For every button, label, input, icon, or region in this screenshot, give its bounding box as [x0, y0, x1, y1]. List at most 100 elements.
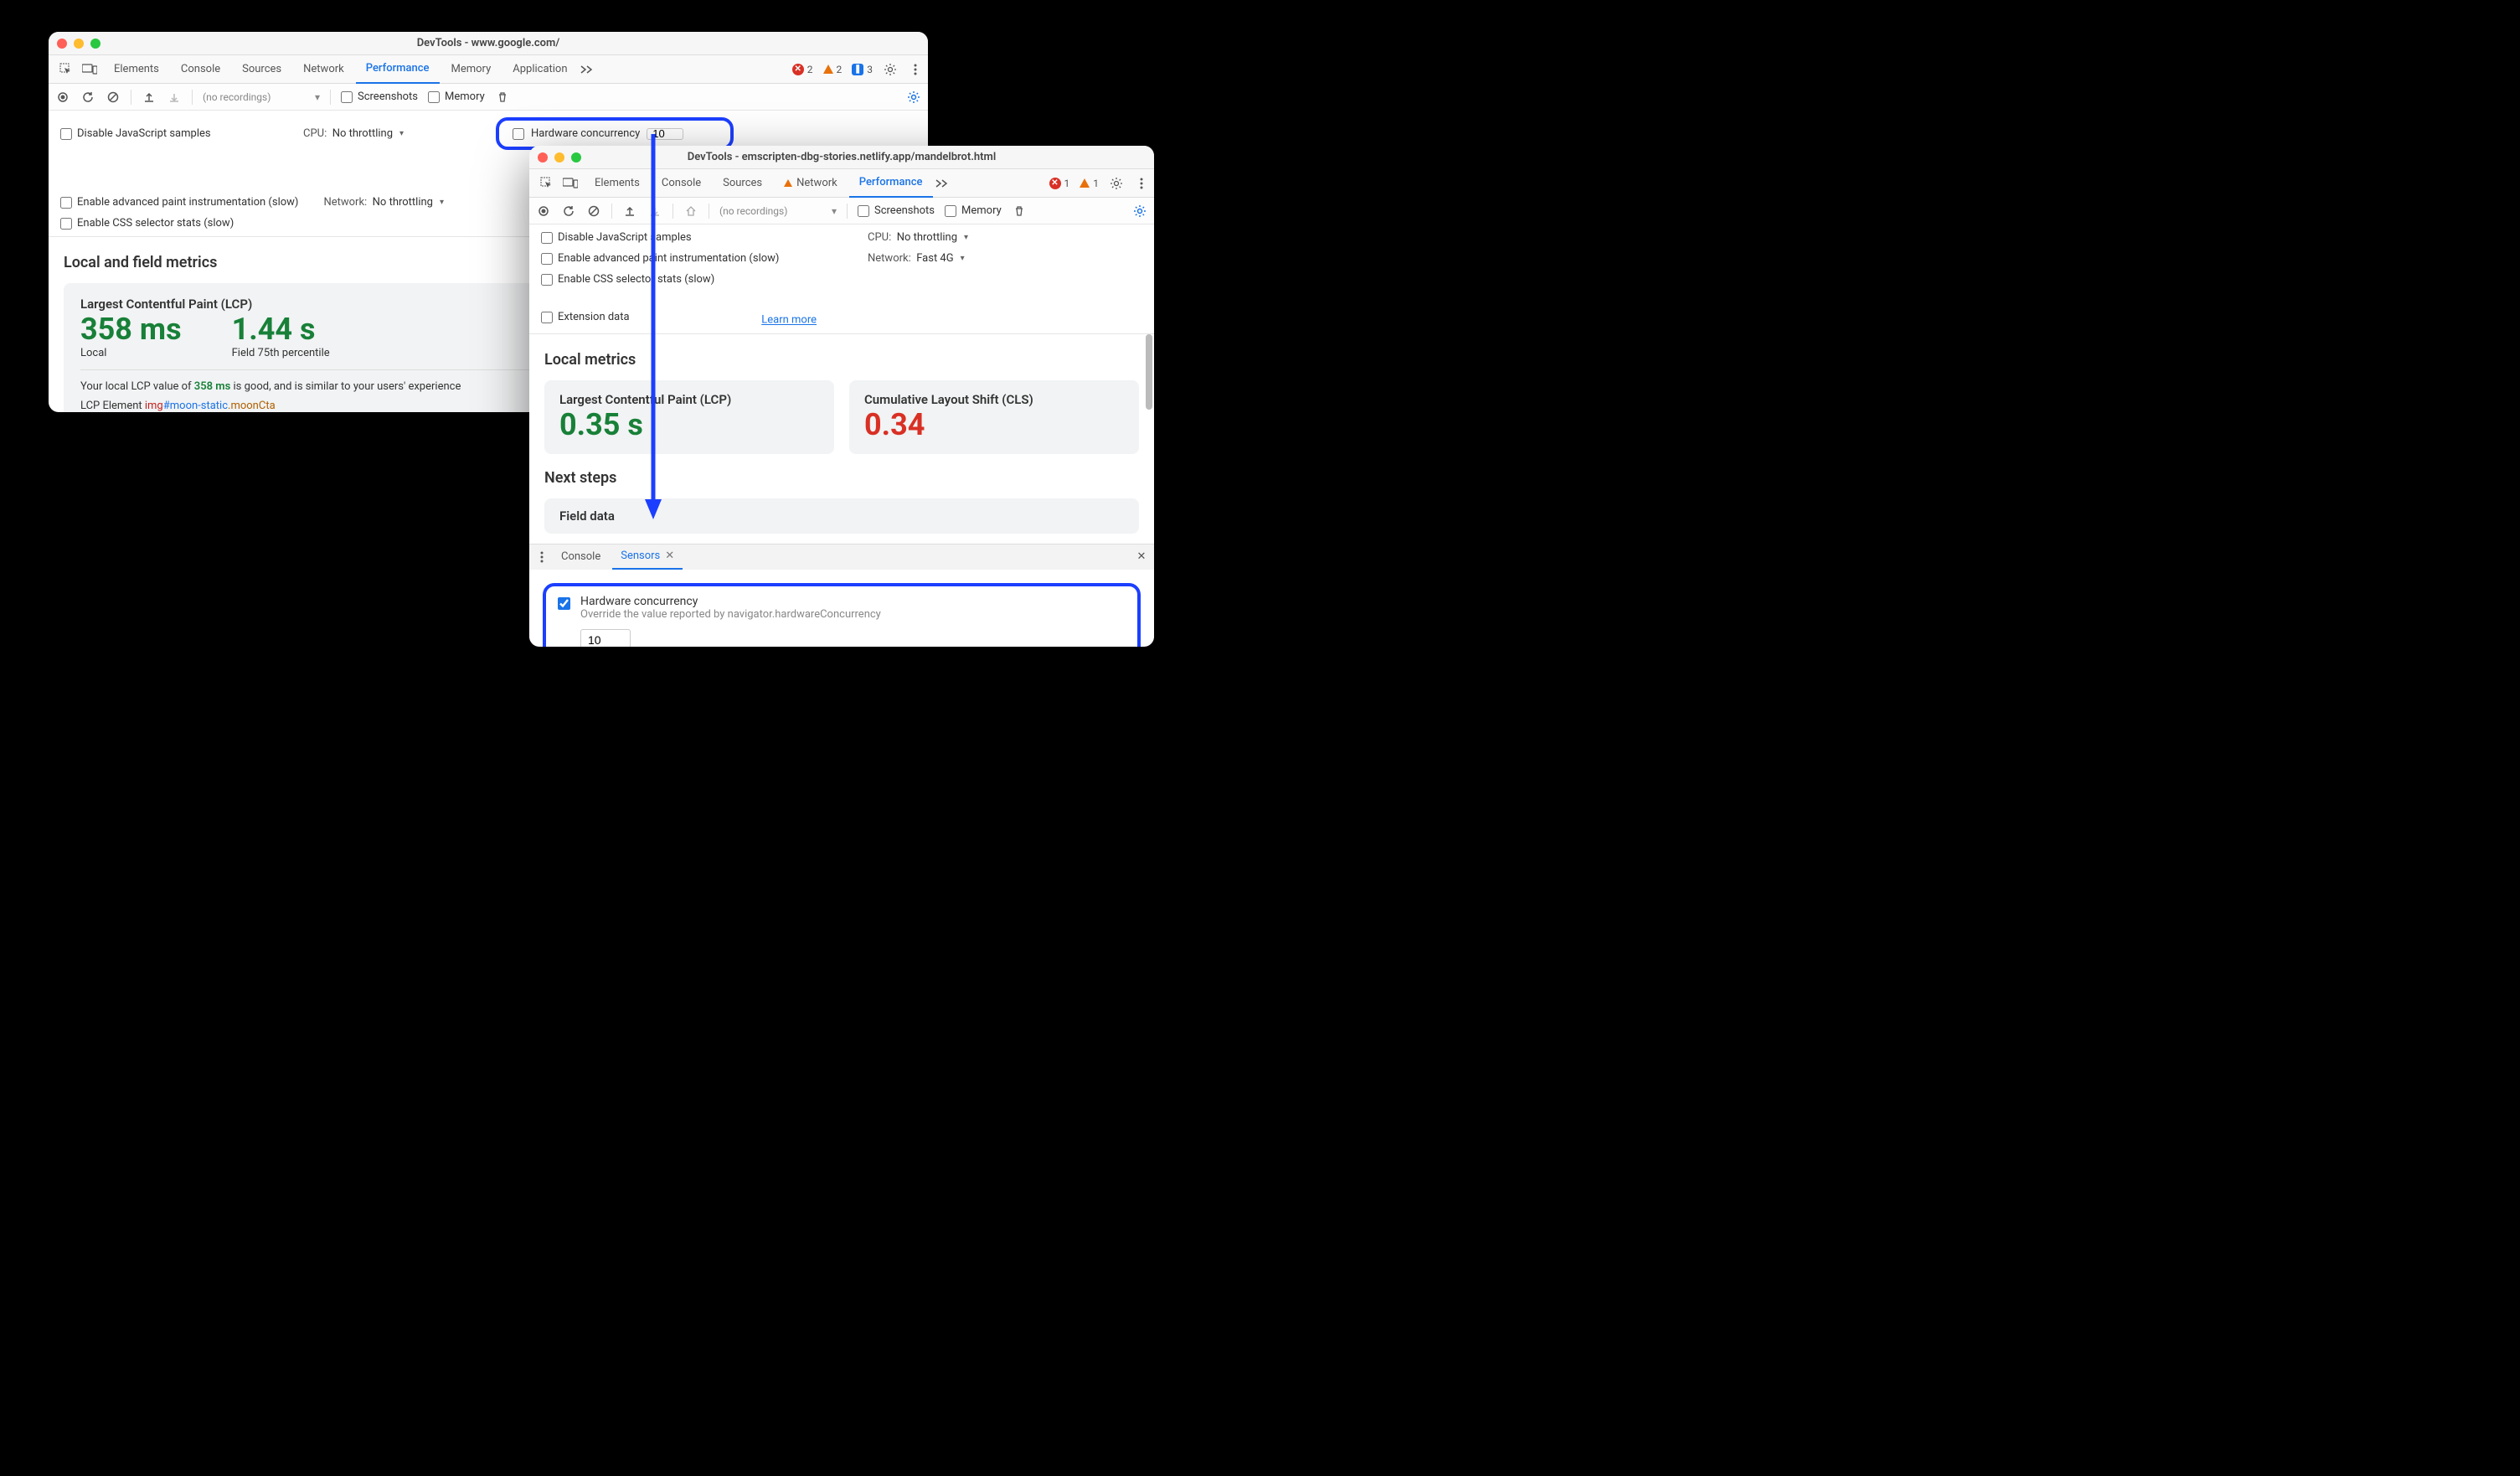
error-badge[interactable]: ✕1 [1049, 178, 1070, 189]
network-label: Network: [868, 252, 911, 265]
learn-more-link[interactable]: Learn more [761, 314, 817, 327]
drawer-kebab-icon[interactable] [534, 550, 549, 565]
cpu-throttling-dropdown[interactable]: No throttling [897, 231, 968, 244]
hw-concurrency-input[interactable] [580, 629, 631, 648]
css-stats-checkbox[interactable]: Enable CSS selector stats (slow) [60, 217, 278, 230]
gear-icon[interactable] [883, 62, 898, 77]
tab-elements[interactable]: Elements [104, 55, 169, 84]
cpu-label: CPU: [303, 127, 327, 140]
info-badge[interactable]: ❚3 [852, 64, 873, 75]
panel-tabbar: Elements Console Sources Network Perform… [49, 55, 928, 84]
hw-concurrency-checkbox[interactable] [558, 597, 570, 610]
tab-console[interactable]: Console [652, 169, 711, 198]
more-tabs-icon[interactable] [935, 176, 950, 191]
zoom-icon[interactable] [90, 39, 100, 49]
tab-console[interactable]: Console [171, 55, 230, 84]
inspect-icon[interactable] [59, 62, 74, 77]
record-icon[interactable] [536, 204, 551, 219]
trash-icon[interactable] [1012, 204, 1027, 219]
gear-icon[interactable] [1109, 176, 1124, 191]
cls-card: Cumulative Layout Shift (CLS) 0.34 [849, 380, 1139, 454]
recordings-dropdown[interactable]: (no recordings) ▾ [203, 91, 320, 103]
titlebar[interactable]: DevTools - emscripten-dbg-stories.netlif… [529, 146, 1154, 169]
network-label: Network: [323, 196, 367, 209]
upload-icon[interactable] [622, 204, 637, 219]
titlebar[interactable]: DevTools - www.google.com/ [49, 32, 928, 55]
upload-icon[interactable] [142, 90, 157, 105]
capture-settings: Disable JavaScript samples CPU: No throt… [529, 224, 1154, 334]
tab-network[interactable]: Network [293, 55, 354, 84]
lcp-title: Largest Contentful Paint (LCP) [559, 392, 819, 407]
minimize-icon[interactable] [554, 152, 564, 163]
lcp-field-value: 1.44 s [232, 312, 330, 347]
tab-sources[interactable]: Sources [232, 55, 291, 84]
memory-checkbox[interactable]: Memory [945, 204, 1002, 217]
hw-sensor-title: Hardware concurrency [580, 595, 881, 608]
cls-title: Cumulative Layout Shift (CLS) [864, 392, 1124, 407]
window-title: DevTools - www.google.com/ [49, 37, 928, 49]
css-stats-checkbox[interactable]: Enable CSS selector stats (slow) [541, 273, 843, 286]
hw-concurrency-input[interactable] [647, 128, 683, 140]
lcp-card: Largest Contentful Paint (LCP) 0.35 s [544, 380, 834, 454]
extension-data-checkbox[interactable]: Extension data [541, 311, 759, 323]
recordings-dropdown[interactable]: (no recordings) ▾ [719, 205, 837, 217]
close-icon[interactable] [538, 152, 548, 163]
clear-icon[interactable] [106, 90, 121, 105]
reload-icon[interactable] [80, 90, 95, 105]
panel-tabbar: Elements Console Sources Network Perform… [529, 169, 1154, 198]
memory-checkbox[interactable]: Memory [428, 90, 485, 103]
tab-performance[interactable]: Performance [356, 55, 440, 84]
hw-concurrency-checkbox[interactable]: Hardware concurrency [506, 124, 724, 143]
drawer-close-icon[interactable]: ✕ [1134, 550, 1149, 565]
device-icon[interactable] [563, 176, 578, 191]
download-icon[interactable] [167, 90, 182, 105]
cpu-label: CPU: [868, 231, 891, 244]
close-icon[interactable] [57, 39, 67, 49]
inspect-icon[interactable] [539, 176, 554, 191]
field-data-heading: Field data [559, 508, 1124, 524]
error-badge[interactable]: ✕2 [792, 64, 813, 75]
drawer-tab-sensors[interactable]: Sensors✕ [612, 544, 683, 570]
lcp-local-sub: Local [80, 347, 182, 359]
network-throttling-dropdown[interactable]: No throttling [373, 196, 444, 209]
tab-sources[interactable]: Sources [713, 169, 772, 198]
tab-elements[interactable]: Elements [585, 169, 650, 198]
minimize-icon[interactable] [74, 39, 84, 49]
network-throttling-dropdown[interactable]: Fast 4G [916, 252, 964, 265]
drawer-tab-console[interactable]: Console [553, 544, 609, 570]
zoom-icon[interactable] [571, 152, 581, 163]
warning-badge[interactable]: 1 [1080, 178, 1099, 189]
perf-content: Local metrics Largest Contentful Paint (… [529, 334, 1154, 544]
kebab-icon[interactable] [908, 62, 923, 77]
screenshots-checkbox[interactable]: Screenshots [858, 204, 935, 217]
perf-settings-gear-icon[interactable] [906, 90, 921, 105]
home-icon[interactable] [683, 204, 698, 219]
screenshots-checkbox[interactable]: Screenshots [341, 90, 418, 103]
trash-icon[interactable] [495, 90, 510, 105]
tab-memory[interactable]: Memory [441, 55, 502, 84]
clear-icon[interactable] [586, 204, 601, 219]
devtools-window-2: DevTools - emscripten-dbg-stories.netlif… [529, 146, 1154, 647]
tab-network[interactable]: Network [774, 169, 848, 198]
scrollbar-thumb[interactable] [1146, 334, 1152, 410]
device-icon[interactable] [82, 62, 97, 77]
disable-js-checkbox[interactable]: Disable JavaScript samples [60, 127, 278, 140]
drawer: Console Sensors✕ ✕ Hardware concurrency … [529, 544, 1154, 648]
close-icon[interactable]: ✕ [665, 550, 674, 562]
tab-performance[interactable]: Performance [849, 169, 933, 198]
perf-settings-gear-icon[interactable] [1132, 204, 1147, 219]
download-icon[interactable] [647, 204, 662, 219]
disable-js-checkbox[interactable]: Disable JavaScript samples [541, 231, 843, 244]
tab-application[interactable]: Application [502, 55, 577, 84]
reload-icon[interactable] [561, 204, 576, 219]
adv-paint-checkbox[interactable]: Enable advanced paint instrumentation (s… [60, 196, 298, 209]
warning-badge[interactable]: 2 [823, 64, 843, 75]
kebab-icon[interactable] [1134, 176, 1149, 191]
hw-sensor-sub: Override the value reported by navigator… [580, 608, 881, 621]
adv-paint-checkbox[interactable]: Enable advanced paint instrumentation (s… [541, 252, 843, 265]
metrics-heading: Local metrics [544, 351, 1139, 369]
record-icon[interactable] [55, 90, 70, 105]
next-steps-heading: Next steps [544, 469, 1139, 487]
more-tabs-icon[interactable] [580, 62, 595, 77]
cpu-throttling-dropdown[interactable]: No throttling [332, 127, 404, 140]
